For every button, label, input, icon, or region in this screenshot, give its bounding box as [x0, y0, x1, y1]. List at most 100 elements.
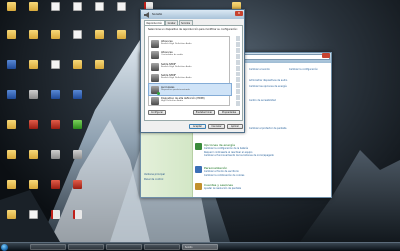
taskbar-item[interactable]: [144, 244, 180, 250]
headphones-device-icon: [151, 85, 160, 95]
pdf-icon: [50, 210, 60, 219]
start-button[interactable]: [1, 243, 8, 251]
device-description: Controlador de audio: [161, 54, 183, 56]
desktop-shortcut[interactable]: [66, 150, 88, 172]
desktop-shortcut[interactable]: [22, 210, 44, 232]
speaker-icon: [144, 11, 149, 18]
app-icon: [6, 60, 16, 69]
personalization-icon: [195, 166, 202, 173]
desktop-shortcut[interactable]: [44, 2, 66, 24]
document-icon: [94, 2, 104, 11]
desktop-shortcut[interactable]: [44, 120, 66, 142]
app-icon: [72, 90, 82, 99]
folder-icon: [94, 30, 104, 39]
desktop-shortcut[interactable]: [88, 30, 110, 52]
desktop-shortcut[interactable]: [0, 210, 22, 232]
folder-icon: [28, 30, 38, 39]
desktop-shortcut[interactable]: [88, 2, 110, 24]
taskbar-item-active[interactable]: Sonido: [182, 244, 218, 250]
desktop-shortcut[interactable]: [22, 90, 44, 112]
category-link[interactable]: Cambiar el funcionamiento de los botones…: [204, 154, 274, 157]
category-link[interactable]: Ajustar la resolución de pantalla: [204, 187, 241, 190]
task-link[interactable]: Centro de accesibilidad: [249, 99, 276, 102]
category-link[interactable]: Cambiar la combinación de colores: [204, 174, 244, 177]
speaker-device-icon: [151, 39, 159, 48]
taskbar-item[interactable]: [106, 244, 142, 250]
desktop-shortcut[interactable]: [0, 90, 22, 112]
level-meter: [236, 36, 240, 107]
folder-icon: [6, 180, 16, 189]
ok-button[interactable]: Aceptar: [189, 124, 206, 129]
desktop-shortcut[interactable]: [22, 120, 44, 142]
close-button[interactable]: ×: [235, 10, 243, 16]
list-item[interactable]: Salida SPDIF Realtek High Definition Aud…: [149, 73, 231, 84]
desktop-shortcut[interactable]: [44, 90, 66, 112]
desktop-shortcut[interactable]: [22, 30, 44, 52]
taskbar-item[interactable]: [30, 244, 66, 250]
app-icon: [50, 180, 60, 189]
device-description: Realtek High Definition Audio: [161, 42, 192, 45]
task-link[interactable]: Cambiar las opciones de energía: [249, 85, 287, 88]
desktop-shortcut[interactable]: [44, 60, 66, 82]
desktop-shortcut[interactable]: [22, 60, 44, 82]
task-link[interactable]: Cambiar el sonido: [249, 68, 270, 71]
desktop-shortcut[interactable]: [44, 150, 66, 172]
desktop-shortcut[interactable]: [66, 120, 88, 142]
desktop-shortcut[interactable]: [66, 90, 88, 112]
dialog-title: Sonido: [152, 11, 163, 16]
desktop-shortcut[interactable]: [22, 150, 44, 172]
folder-icon: [28, 150, 38, 159]
folder-icon: [50, 30, 60, 39]
desktop-shortcut[interactable]: [66, 210, 88, 232]
address-bar[interactable]: [234, 54, 330, 60]
app-icon: [72, 180, 82, 189]
desktop-shortcut[interactable]: [0, 120, 22, 142]
hdmi-device-icon: [151, 97, 159, 105]
desktop-shortcut[interactable]: [66, 2, 88, 24]
desktop-shortcut[interactable]: [110, 30, 132, 52]
desktop-shortcut[interactable]: [0, 60, 22, 82]
task-link[interactable]: Cambiar la configuración: [289, 68, 318, 71]
desktop-shortcut[interactable]: [22, 180, 44, 202]
cancel-button[interactable]: Cancelar: [208, 124, 225, 129]
configure-button[interactable]: Configurar: [148, 110, 166, 115]
list-item[interactable]: Dispositivo de alta definición (HDMI) Hi…: [149, 96, 231, 107]
apply-button[interactable]: Aplicar: [227, 124, 243, 129]
sidebar-link[interactable]: Panel de control: [144, 178, 163, 181]
taskbar-item[interactable]: [68, 244, 104, 250]
desktop-shortcut[interactable]: [44, 180, 66, 202]
list-item-selected[interactable]: Auriculares Dispositivo predeterminado: [148, 83, 232, 96]
desktop-shortcut[interactable]: [0, 30, 22, 52]
close-button[interactable]: [322, 53, 330, 58]
desktop-shortcut[interactable]: [110, 2, 132, 24]
desktop-shortcut[interactable]: [66, 60, 88, 82]
desktop-shortcut[interactable]: [66, 180, 88, 202]
desktop-shortcut[interactable]: [0, 2, 22, 24]
device-description: Realtek High Definition Audio: [161, 77, 192, 79]
list-item[interactable]: Altavoces Controlador de audio: [149, 50, 231, 61]
task-link[interactable]: Cambiar el protector de pantalla: [249, 127, 286, 130]
list-item[interactable]: Altavoces Realtek High Definition Audio: [149, 38, 231, 49]
instruction-text: Seleccione un dispositivo de reproducció…: [148, 28, 238, 31]
desktop-shortcut[interactable]: [44, 30, 66, 52]
desktop-shortcut[interactable]: [88, 60, 110, 82]
document-icon: [72, 30, 82, 39]
properties-button[interactable]: Propiedades: [218, 110, 240, 115]
task-link[interactable]: Administrar dispositivos de audio: [249, 79, 287, 82]
app-icon: [50, 90, 60, 99]
desktop-shortcut[interactable]: [44, 210, 66, 232]
desktop-shortcut[interactable]: [0, 150, 22, 172]
desktop-shortcut[interactable]: [0, 180, 22, 202]
folder-icon: [6, 120, 16, 129]
speaker-device-icon: [151, 51, 159, 59]
document-icon: [50, 60, 60, 69]
set-default-button[interactable]: Predeterminar: [193, 110, 215, 115]
dialog-titlebar[interactable]: Sonido ×: [141, 10, 244, 19]
app-icon: [6, 90, 16, 99]
folder-icon: [6, 2, 16, 11]
sidebar-link[interactable]: Ventana principal: [144, 173, 165, 176]
desktop-shortcut[interactable]: [22, 2, 44, 24]
list-item[interactable]: Salida SPDIF Realtek High Definition Aud…: [149, 61, 231, 72]
folder-icon: [28, 2, 38, 11]
desktop-shortcut[interactable]: [66, 30, 88, 52]
